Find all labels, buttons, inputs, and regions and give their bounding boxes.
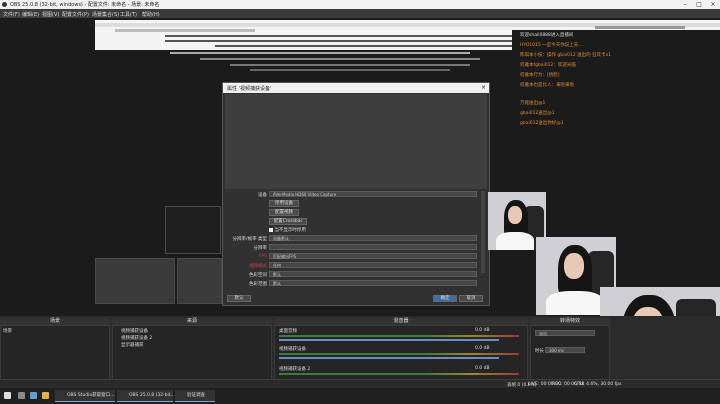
mixer-channel-name: 视频捕获设备 (279, 347, 306, 352)
taskbar-obs-main[interactable]: OBS 25.0.8 (32-bit... (117, 390, 175, 402)
transitions-dock-title: 转场特效 (530, 318, 610, 325)
menu-file[interactable]: 文件(F) (3, 11, 20, 18)
close-icon[interactable]: × (481, 84, 486, 91)
deactivate-checkbox[interactable]: 当不显示时停用 (269, 227, 306, 233)
window-title: OBS 25.0.8 (32-bit, windows) - 配置文件: 未命名… (10, 2, 160, 8)
duration-label: 时长 (535, 349, 544, 354)
taskbar: OBS Studio获取窗口... OBS 25.0.8 (32-bit... … (0, 388, 720, 404)
edge-icon[interactable] (30, 392, 37, 399)
taskbar-verify[interactable]: 验证调查 (175, 390, 215, 402)
volume-meter (279, 353, 519, 355)
nested-sources-panel (177, 258, 222, 304)
mixer-channel-db: 0.0 dB (475, 366, 490, 371)
chat-line: HYO1015 一些今天你说上去.... (520, 43, 585, 48)
color-range-label: 色彩范围 (249, 282, 267, 287)
source-item[interactable]: 视频捕获设备 2 (121, 335, 152, 341)
res-type-select[interactable]: 设备默认 (269, 235, 477, 241)
nested-preview (165, 206, 221, 254)
fps-select[interactable]: 匹配输出FPS (269, 253, 477, 259)
format-label: 视频格式 (249, 264, 267, 269)
scenes-dock-title: 场景 (0, 318, 110, 325)
source-item[interactable]: 视频捕获设备 (121, 328, 148, 334)
dialog-title: 属性 '视频捕获设备' (227, 86, 272, 92)
maximize-icon[interactable]: □ (692, 0, 706, 9)
sources-list[interactable]: 视频捕获设备 视频捕获设备 2 显示器捕获 (112, 325, 272, 385)
volume-meter (279, 373, 519, 375)
format-select[interactable]: 任何 (269, 262, 477, 268)
source-item[interactable]: 显示器捕获 (121, 342, 144, 348)
device-select[interactable]: AVerMedia HD60 Video Capture (269, 191, 477, 197)
volume-slider[interactable] (279, 357, 499, 359)
chat-panel: 欢迎shali0888进入直播间 HYO1015 一些今天你说上去.... 陈琪… (512, 30, 720, 180)
ok-button[interactable]: 确定 (433, 295, 457, 302)
menu-tools[interactable]: 工具(T) (120, 11, 137, 18)
minimize-icon[interactable]: – (678, 0, 692, 9)
checkbox-label: 当不显示时停用 (274, 228, 306, 233)
properties-dialog: 属性 '视频捕获设备' × 设备 AVerMedia HD60 Video Ca… (222, 82, 490, 306)
windows-start-icon[interactable] (4, 392, 11, 399)
mixer-channel-name: 视频捕获设备 2 (279, 367, 311, 372)
res-type-label: 分辨率/帧率 类型 (232, 237, 267, 242)
close-icon[interactable]: × (706, 0, 720, 9)
scenes-list[interactable]: 场景 (0, 325, 110, 385)
volume-meter (279, 335, 519, 337)
resolution-select[interactable] (269, 244, 477, 250)
device-label: 设备 (258, 193, 267, 198)
configure-video-button[interactable]: 配置视频 (269, 209, 299, 216)
recursive-capture (140, 50, 560, 74)
chat-line: 万能送出@1 (520, 101, 546, 106)
volume-slider[interactable] (279, 339, 499, 341)
menu-profile[interactable]: 配置文件(P) (62, 11, 89, 18)
window-titlebar: OBS 25.0.8 (32-bit, windows) - 配置文件: 未命名… (0, 0, 720, 9)
mixer-channel-db: 0.0 dB (475, 328, 490, 333)
dialog-preview (225, 94, 487, 189)
menu-scene-collection[interactable]: 场景集合(S) (92, 11, 119, 18)
dock-area: 场景 场景 来源 视频捕获设备 视频捕获设备 2 显示器捕获 混音器 桌面音频 … (0, 316, 720, 388)
menu-view[interactable]: 视图(V) (42, 11, 59, 18)
chat-line: gbai012送出你好@1 (520, 121, 564, 126)
chat-line: 何雅本fgbai012：欢迎光临 (520, 63, 576, 68)
mixer-channel-name: 桌面音频 (279, 329, 297, 334)
search-icon[interactable] (18, 392, 25, 399)
cancel-button[interactable]: 取消 (459, 295, 483, 302)
menu-bar: 文件(F) 编辑(E) 视图(V) 配置文件(P) 场景集合(S) 工具(T) … (0, 9, 720, 18)
cpu-usage: CPU: 4.6%, 30.00 fps (574, 382, 622, 387)
duration-input[interactable]: 300 ms (545, 347, 585, 353)
menu-help[interactable]: 帮助(H) (142, 11, 160, 18)
configure-crossbar-button[interactable]: 配置Crossbar (269, 218, 307, 225)
chat-line: 何雅本也是比人：来啦来啦 (520, 83, 574, 88)
chat-line: 何雅本行为：[捂脸] (520, 73, 560, 78)
nested-scenes-panel (95, 258, 175, 304)
dialog-scrollbar[interactable] (481, 191, 485, 273)
defaults-button[interactable]: 默认 (227, 295, 251, 302)
chat-line: gbai012送出@1 (520, 111, 555, 116)
folder-icon[interactable] (42, 392, 49, 399)
fps-label: FPS (258, 254, 267, 259)
dialog-titlebar: 属性 '视频捕获设备' × (223, 83, 489, 93)
deactivate-button[interactable]: 停用设备 (269, 200, 299, 207)
resolution-label: 分辨率 (253, 246, 268, 251)
sources-dock-title: 来源 (112, 318, 272, 325)
mixer-dock-title: 混音器 (274, 318, 528, 325)
color-space-select[interactable]: 默认 (269, 271, 477, 277)
chat-line: 陈琪本小枝：操作 gbai012 送出的 狂欢卡x1 (520, 53, 612, 58)
color-range-select[interactable]: 默认 (269, 280, 477, 286)
transitions-panel: 淡出 时长 300 ms (530, 325, 610, 385)
taskbar-obs-window[interactable]: OBS Studio获取窗口... (55, 390, 115, 402)
color-space-label: 色彩空间 (249, 273, 267, 278)
obs-logo-icon (2, 2, 7, 7)
scene-item[interactable]: 场景 (3, 328, 12, 334)
checkbox-icon[interactable] (269, 227, 273, 232)
menu-edit[interactable]: 编辑(E) (22, 11, 39, 18)
chat-header: 欢迎shali0888进入直播间 (520, 33, 574, 38)
audio-mixer: 桌面音频 0.0 dB 视频捕获设备 0.0 dB 视频捕获设备 2 0.0 d… (274, 325, 528, 385)
transition-select[interactable]: 淡出 (535, 330, 595, 336)
mixer-channel-db: 0.0 dB (475, 346, 490, 351)
